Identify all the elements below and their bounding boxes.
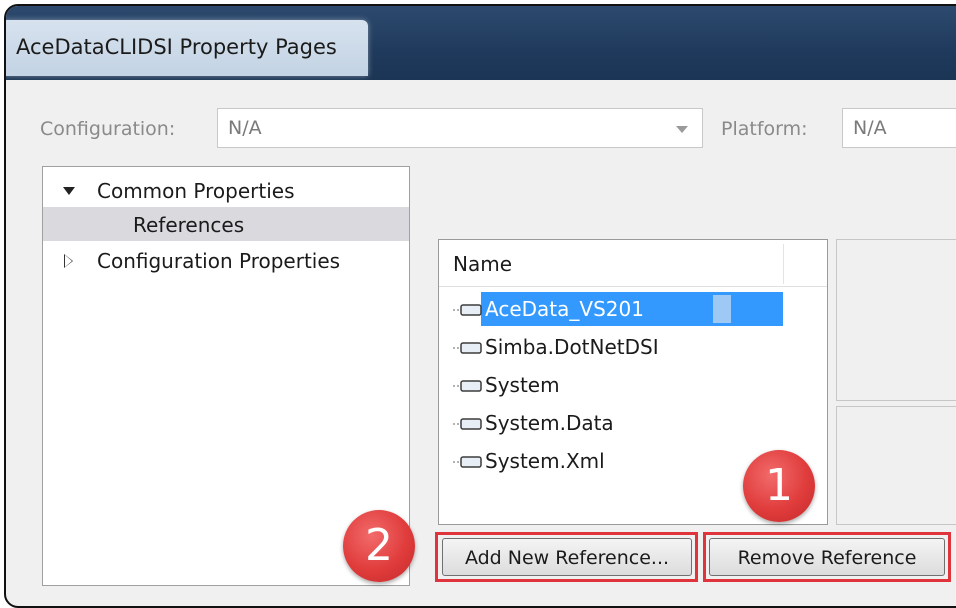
assembly-reference-icon	[453, 456, 482, 468]
tree-item-references[interactable]: References	[43, 207, 409, 241]
title-bar: AceDataCLIDSI Property Pages	[6, 6, 956, 80]
tree-item-label: Configuration Properties	[97, 249, 341, 273]
triangle-down-icon[interactable]	[63, 187, 75, 195]
chevron-down-icon	[676, 126, 688, 133]
platform-value: N/A	[853, 117, 887, 139]
reference-name: System.Data	[485, 411, 614, 435]
assembly-reference-icon	[453, 418, 482, 430]
configuration-bar: Configuration: N/A Platform: N/A	[6, 80, 956, 168]
platform-label: Platform:	[721, 118, 808, 140]
assembly-reference-icon	[453, 380, 482, 392]
badge-number: 2	[365, 520, 393, 571]
reference-name: System.Xml	[485, 449, 605, 473]
tree-item-configuration-properties[interactable]: Configuration Properties	[43, 243, 409, 277]
triangle-right-icon-fill	[65, 255, 72, 267]
configuration-dropdown[interactable]: N/A	[217, 108, 703, 148]
tree-item-label: Common Properties	[97, 179, 295, 203]
column-separator[interactable]	[783, 244, 784, 284]
property-pages-window: AceDataCLIDSI Property Pages Configurati…	[4, 4, 956, 608]
add-reference-highlight	[435, 532, 698, 582]
reference-row[interactable]: System.Data	[451, 406, 827, 440]
assembly-reference-icon	[453, 304, 482, 316]
reference-row[interactable]: AceData_VS201	[451, 292, 827, 326]
reference-row[interactable]: System	[451, 368, 827, 402]
reference-name: Simba.DotNetDSI	[485, 335, 659, 359]
reference-details-panel	[836, 239, 956, 401]
configuration-value: N/A	[228, 117, 262, 139]
configuration-label: Configuration:	[40, 118, 176, 140]
tree-item-label: References	[133, 213, 245, 237]
step-badge-1: 1	[743, 450, 815, 522]
reference-name: System	[485, 373, 560, 397]
step-badge-2: 2	[343, 510, 415, 582]
remove-reference-highlight	[703, 532, 951, 582]
window-title-tab: AceDataCLIDSI Property Pages	[6, 20, 368, 76]
reference-row[interactable]: Simba.DotNetDSI	[451, 330, 827, 364]
platform-dropdown[interactable]: N/A	[842, 108, 956, 148]
column-header-label: Name	[453, 252, 513, 276]
name-column-header[interactable]: Name	[439, 240, 827, 287]
reference-properties-panel	[836, 406, 956, 525]
reference-name: AceData_VS201	[485, 297, 644, 321]
window-title: AceDataCLIDSI Property Pages	[16, 35, 337, 59]
badge-number: 1	[765, 460, 793, 511]
assembly-reference-icon	[453, 342, 482, 354]
tree-item-common-properties[interactable]: Common Properties	[43, 173, 409, 207]
selection-highlight-edge	[713, 295, 731, 323]
